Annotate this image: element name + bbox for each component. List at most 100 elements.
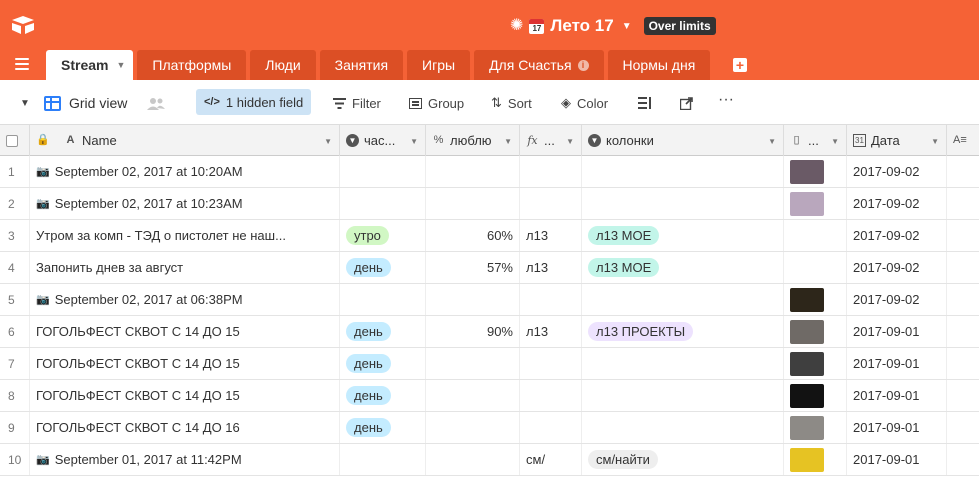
cell-like[interactable]: [426, 348, 520, 379]
column-header-like[interactable]: % люблю ▼: [426, 125, 520, 156]
cell-name[interactable]: 📷 September 02, 2017 at 06:38PM: [30, 284, 340, 315]
hamburger-menu-icon[interactable]: [15, 58, 29, 70]
column-header-name[interactable]: 🔒 A Name ▼: [30, 125, 340, 156]
cell-long-text[interactable]: [947, 444, 979, 475]
cell-part-of-day[interactable]: [340, 444, 426, 475]
cell-columns[interactable]: л13 МОЕ: [582, 220, 784, 251]
table-row[interactable]: 8 ГОГОЛЬФЕСТ СКВОТ С 14 ДО 15 день 2017-09-…: [0, 380, 979, 412]
cell-date[interactable]: 2017-09-01: [847, 316, 947, 347]
chevron-down-icon[interactable]: ▼: [504, 137, 512, 146]
cell-like[interactable]: [426, 412, 520, 443]
column-header-attachment[interactable]: ▯ ... ▼: [784, 125, 847, 156]
cell-like[interactable]: [426, 380, 520, 411]
cell-like[interactable]: 57%: [426, 252, 520, 283]
info-icon[interactable]: i: [577, 59, 589, 71]
cell-columns[interactable]: [582, 348, 784, 379]
table-row[interactable]: 1 📷 September 02, 2017 at 10:20AM 2017-09-0…: [0, 156, 979, 188]
cell-date[interactable]: 2017-09-02: [847, 220, 947, 251]
column-header-long-text[interactable]: A≡: [947, 125, 979, 156]
attachment-thumbnail[interactable]: [790, 159, 824, 184]
attachment-thumbnail[interactable]: [790, 191, 824, 216]
cell-date[interactable]: 2017-09-02: [847, 156, 947, 187]
cell-name[interactable]: 📷 September 02, 2017 at 10:20AM: [30, 156, 340, 187]
column-header-formula[interactable]: fx ... ▼: [520, 125, 582, 156]
cell-columns[interactable]: [582, 412, 784, 443]
share-view-icon[interactable]: [680, 93, 693, 113]
select-all-checkbox[interactable]: [6, 134, 18, 147]
cell-name[interactable]: ГОГОЛЬФЕСТ СКВОТ С 14 ДО 15: [30, 380, 340, 411]
cell-columns[interactable]: л13 ПРОЕКТЫ: [582, 316, 784, 347]
attachment-thumbnail[interactable]: [790, 319, 824, 344]
tab-day-norms[interactable]: Нормы дня: [607, 50, 711, 80]
cell-columns[interactable]: см/найти: [582, 444, 784, 475]
row-height-icon[interactable]: [638, 93, 652, 113]
cell-like[interactable]: [426, 156, 520, 187]
group-button[interactable]: Group: [409, 93, 464, 113]
cell-date[interactable]: 2017-09-01: [847, 444, 947, 475]
filter-button[interactable]: Filter: [333, 93, 381, 113]
cell-name[interactable]: ГОГОЛЬФЕСТ СКВОТ С 14 ДО 16: [30, 412, 340, 443]
cell-formula[interactable]: [520, 412, 582, 443]
cell-formula[interactable]: [520, 188, 582, 219]
collapse-sidebar-icon[interactable]: ▼: [20, 93, 30, 113]
table-row[interactable]: 3 Утром за комп - ТЭД о пистолет не наш..…: [0, 220, 979, 252]
cell-columns[interactable]: [582, 188, 784, 219]
cell-long-text[interactable]: [947, 316, 979, 347]
cell-part-of-day[interactable]: [340, 156, 426, 187]
attachment-thumbnail[interactable]: [790, 351, 824, 376]
cell-name[interactable]: 📷 September 02, 2017 at 10:23AM: [30, 188, 340, 219]
cell-attachment[interactable]: [784, 156, 847, 187]
cell-part-of-day[interactable]: [340, 284, 426, 315]
cell-columns[interactable]: [582, 380, 784, 411]
cell-name[interactable]: Утром за комп - ТЭД о пистолет не наш...: [30, 220, 340, 251]
color-button[interactable]: ◈ Color: [561, 93, 608, 113]
cell-long-text[interactable]: [947, 156, 979, 187]
chevron-down-icon[interactable]: ▼: [831, 137, 839, 146]
tab-platforms[interactable]: Платформы: [137, 50, 247, 80]
cell-long-text[interactable]: [947, 220, 979, 251]
cell-name[interactable]: 📷 September 01, 2017 at 11:42PM: [30, 444, 340, 475]
cell-date[interactable]: 2017-09-01: [847, 348, 947, 379]
cell-formula[interactable]: л13: [520, 316, 582, 347]
table-row[interactable]: 6 ГОГОЛЬФЕСТ СКВОТ С 14 ДО 15 день 90% л13 л1…: [0, 316, 979, 348]
view-switcher[interactable]: Grid view: [44, 93, 127, 113]
table-row[interactable]: 7 ГОГОЛЬФЕСТ СКВОТ С 14 ДО 15 день 2017-09-…: [0, 348, 979, 380]
cell-formula[interactable]: [520, 284, 582, 315]
column-header-date[interactable]: 31 Дата ▼: [847, 125, 947, 156]
tab-for-happiness[interactable]: Для Счастья i: [474, 50, 604, 80]
sort-button[interactable]: ⇅ Sort: [491, 93, 532, 113]
cell-name[interactable]: ГОГОЛЬФЕСТ СКВОТ С 14 ДО 15: [30, 316, 340, 347]
cell-name[interactable]: ГОГОЛЬФЕСТ СКВОТ С 14 ДО 15: [30, 348, 340, 379]
cell-part-of-day[interactable]: [340, 188, 426, 219]
cell-date[interactable]: 2017-09-01: [847, 412, 947, 443]
cell-attachment[interactable]: [784, 284, 847, 315]
table-row[interactable]: 10 📷 September 01, 2017 at 11:42PM см/см/на…: [0, 444, 979, 476]
column-header-part-of-day[interactable]: ▼ час... ▼: [340, 125, 426, 156]
hide-fields-button[interactable]: </> 1 hidden field: [196, 89, 312, 115]
cell-part-of-day[interactable]: утро: [340, 220, 426, 251]
chevron-down-icon[interactable]: ▼: [116, 60, 125, 70]
cell-columns[interactable]: [582, 156, 784, 187]
cell-attachment[interactable]: [784, 252, 847, 283]
cell-like[interactable]: [426, 444, 520, 475]
base-title-area[interactable]: ✺ 17 Лето 17 ▼ Over limits: [510, 15, 716, 37]
table-row[interactable]: 5 📷 September 02, 2017 at 06:38PM 2017-09-0…: [0, 284, 979, 316]
share-people-icon[interactable]: [147, 93, 165, 113]
table-row[interactable]: 9 ГОГОЛЬФЕСТ СКВОТ С 14 ДО 16 день 2017-09-…: [0, 412, 979, 444]
cell-date[interactable]: 2017-09-02: [847, 252, 947, 283]
column-header-columns[interactable]: ▼ колонки ▼: [582, 125, 784, 156]
cell-like[interactable]: 90%: [426, 316, 520, 347]
cell-part-of-day[interactable]: день: [340, 252, 426, 283]
chevron-down-icon[interactable]: ▼: [410, 137, 418, 146]
cell-date[interactable]: 2017-09-02: [847, 284, 947, 315]
cell-attachment[interactable]: [784, 380, 847, 411]
attachment-thumbnail[interactable]: [790, 287, 824, 312]
cell-date[interactable]: 2017-09-01: [847, 380, 947, 411]
more-options-icon[interactable]: ···: [718, 90, 734, 110]
cell-formula[interactable]: л13: [520, 220, 582, 251]
cell-date[interactable]: 2017-09-02: [847, 188, 947, 219]
chevron-down-icon[interactable]: ▼: [931, 137, 939, 146]
cell-like[interactable]: 60%: [426, 220, 520, 251]
chevron-down-icon[interactable]: ▼: [566, 137, 574, 146]
cell-attachment[interactable]: [784, 316, 847, 347]
